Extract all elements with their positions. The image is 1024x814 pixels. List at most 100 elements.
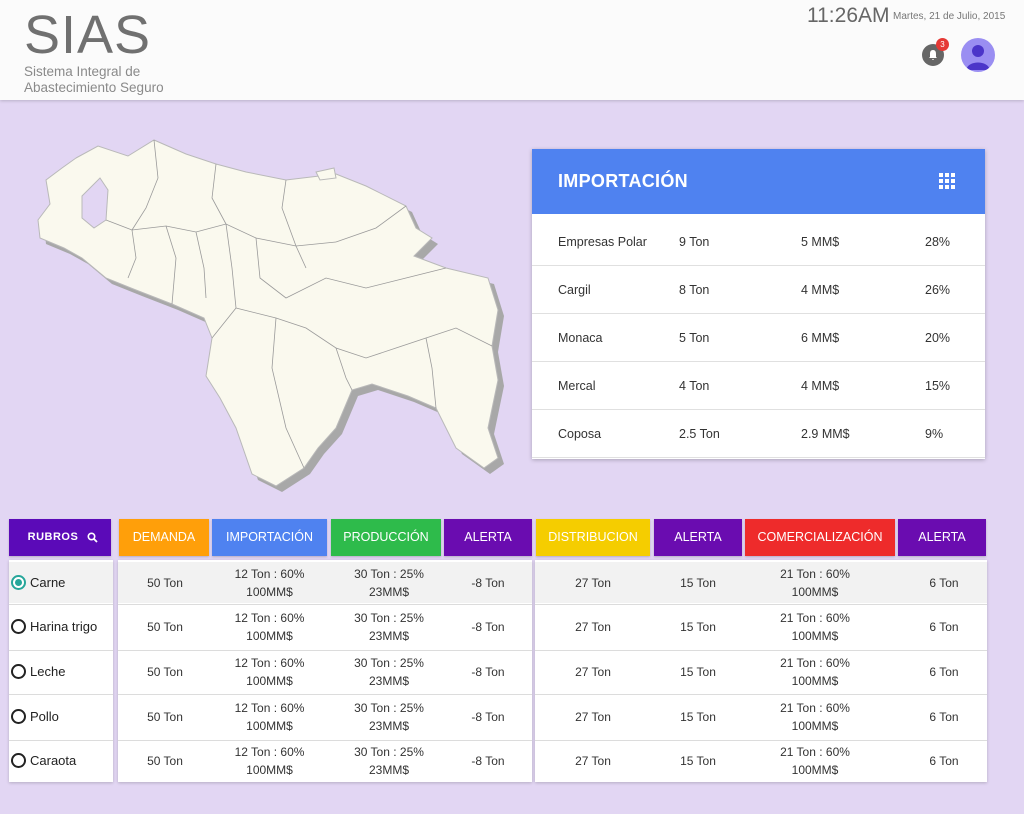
cell-importacion-line1: 12 Ton : 60% bbox=[234, 700, 305, 715]
cell-alerta-produccion: -8 Ton bbox=[471, 619, 505, 634]
rubros-search-button[interactable]: RUBROS bbox=[9, 519, 111, 556]
cell-alerta-distribucion: 15 Ton bbox=[680, 664, 716, 679]
importacion-tons: 9 Ton bbox=[679, 235, 710, 249]
cell-distribucion: 27 Ton bbox=[575, 575, 611, 590]
cell-produccion-line1: 30 Ton : 25% bbox=[354, 655, 424, 670]
cell-importacion: 12 Ton : 60% 100MM$ bbox=[212, 699, 327, 735]
importacion-amount: 6 MM$ bbox=[801, 331, 840, 345]
cell-alerta-produccion: -8 Ton bbox=[471, 709, 505, 724]
cell-comercializacion: 21 Ton : 60% 100MM$ bbox=[745, 654, 885, 690]
importacion-row[interactable]: Empresas Polar 9 Ton 5 MM$ 28% bbox=[532, 218, 985, 266]
row-divider bbox=[118, 604, 532, 605]
app-header: SIAS Sistema Integral de Abastecimiento … bbox=[0, 0, 1024, 100]
rubro-name[interactable]: Caraota bbox=[30, 753, 76, 768]
cell-alerta-distribucion: 15 Ton bbox=[680, 619, 716, 634]
importacion-percent: 28% bbox=[925, 235, 951, 249]
importacion-amount: 2.9 MM$ bbox=[801, 427, 850, 441]
cell-importacion: 12 Ton : 60% 100MM$ bbox=[212, 609, 327, 645]
cell-alerta-comercializacion: 6 Ton bbox=[929, 619, 959, 634]
cell-demanda: 50 Ton bbox=[147, 709, 183, 724]
cell-importacion-line2: 100MM$ bbox=[246, 718, 293, 733]
importacion-tons: 5 Ton bbox=[679, 331, 710, 345]
rubro-name[interactable]: Pollo bbox=[30, 709, 59, 724]
cell-demanda: 50 Ton bbox=[147, 619, 183, 634]
header-comercializacion[interactable]: COMERCIALIZACIÓN bbox=[745, 519, 895, 556]
importacion-row[interactable]: Monaca 5 Ton 6 MM$ 20% bbox=[532, 314, 985, 362]
importacion-company: Coposa bbox=[558, 427, 602, 441]
cell-produccion: 30 Ton : 25% 23MM$ bbox=[331, 565, 447, 601]
row-divider bbox=[118, 694, 532, 695]
cell-importacion: 12 Ton : 60% 100MM$ bbox=[212, 565, 327, 601]
cell-alerta-comercializacion: 6 Ton bbox=[929, 575, 959, 590]
header-alerta-distribucion[interactable]: ALERTA bbox=[654, 519, 742, 556]
rubro-name[interactable]: Carne bbox=[30, 575, 65, 590]
cell-importacion-line2: 100MM$ bbox=[246, 628, 293, 643]
rubro-name[interactable]: Leche bbox=[30, 664, 65, 679]
importacion-percent: 15% bbox=[925, 379, 951, 393]
row-divider bbox=[9, 694, 113, 695]
importacion-amount: 4 MM$ bbox=[801, 379, 840, 393]
importacion-title: IMPORTACIÓN bbox=[558, 171, 688, 191]
header-alerta-comercializacion[interactable]: ALERTA bbox=[898, 519, 986, 556]
rubro-radio[interactable] bbox=[11, 708, 26, 724]
cell-comercializacion-line1: 21 Ton : 60% bbox=[780, 566, 850, 581]
header-alerta-produccion[interactable]: ALERTA bbox=[444, 519, 532, 556]
header-demanda[interactable]: DEMANDA bbox=[119, 519, 209, 556]
cell-comercializacion-line1: 21 Ton : 60% bbox=[780, 610, 850, 625]
row-divider bbox=[535, 604, 987, 605]
rubro-name[interactable]: Harina trigo bbox=[30, 619, 97, 634]
row-divider bbox=[9, 650, 113, 651]
cell-distribucion: 27 Ton bbox=[575, 753, 611, 768]
importacion-percent: 26% bbox=[925, 283, 951, 297]
app-subtitle: Sistema Integral de Abastecimiento Segur… bbox=[24, 64, 164, 95]
importacion-amount: 4 MM$ bbox=[801, 283, 840, 297]
cell-distribucion: 27 Ton bbox=[575, 709, 611, 724]
importacion-row[interactable]: Mercal 4 Ton 4 MM$ 15% bbox=[532, 362, 985, 410]
cell-importacion-line2: 100MM$ bbox=[246, 673, 293, 688]
importacion-tons: 4 Ton bbox=[679, 379, 710, 393]
importacion-row[interactable]: Cargil 8 Ton 4 MM$ 26% bbox=[532, 266, 985, 314]
cell-importacion-line2: 100MM$ bbox=[246, 762, 293, 777]
cell-importacion-line1: 12 Ton : 60% bbox=[234, 610, 305, 625]
grid-apps-icon[interactable] bbox=[939, 173, 956, 190]
importacion-tons: 8 Ton bbox=[679, 283, 710, 297]
rubro-radio[interactable] bbox=[11, 752, 26, 768]
cell-distribucion: 27 Ton bbox=[575, 619, 611, 634]
cell-demanda: 50 Ton bbox=[147, 575, 183, 590]
cell-distribucion: 27 Ton bbox=[575, 664, 611, 679]
cell-comercializacion: 21 Ton : 60% 100MM$ bbox=[745, 699, 885, 735]
cell-produccion: 30 Ton : 25% 23MM$ bbox=[331, 699, 447, 735]
cell-importacion-line2: 100MM$ bbox=[246, 584, 293, 599]
cell-demanda: 50 Ton bbox=[147, 664, 183, 679]
importacion-company: Empresas Polar bbox=[558, 235, 647, 249]
importacion-header: IMPORTACIÓN bbox=[532, 149, 985, 214]
importacion-tons: 2.5 Ton bbox=[679, 427, 720, 441]
cell-produccion-line1: 30 Ton : 25% bbox=[354, 566, 424, 581]
cell-alerta-comercializacion: 6 Ton bbox=[929, 709, 959, 724]
clock-time: 11:26AM bbox=[807, 4, 890, 27]
cell-comercializacion-line2: 100MM$ bbox=[791, 628, 839, 643]
header-distribucion[interactable]: DISTRIBUCION bbox=[536, 519, 650, 556]
venezuela-map[interactable] bbox=[36, 128, 516, 503]
user-avatar-icon[interactable] bbox=[961, 38, 995, 72]
row-divider bbox=[535, 694, 987, 695]
cell-produccion-line2: 23MM$ bbox=[368, 628, 409, 643]
cell-alerta-distribucion: 15 Ton bbox=[680, 753, 716, 768]
header-produccion[interactable]: PRODUCCIÓN bbox=[331, 519, 441, 556]
importacion-row[interactable]: Coposa 2.5 Ton 2.9 MM$ 9% bbox=[532, 410, 985, 458]
cell-produccion-line2: 23MM$ bbox=[368, 718, 409, 733]
row-divider bbox=[118, 650, 532, 651]
cell-alerta-produccion: -8 Ton bbox=[471, 753, 505, 768]
cell-demanda: 50 Ton bbox=[147, 753, 183, 768]
importacion-company: Mercal bbox=[558, 379, 596, 393]
cell-comercializacion: 21 Ton : 60% 100MM$ bbox=[745, 743, 885, 779]
rubro-radio[interactable] bbox=[11, 618, 26, 634]
rubro-radio[interactable] bbox=[11, 663, 26, 679]
header-importacion[interactable]: IMPORTACIÓN bbox=[212, 519, 327, 556]
cell-produccion: 30 Ton : 25% 23MM$ bbox=[331, 743, 447, 779]
cell-produccion-line1: 30 Ton : 25% bbox=[354, 744, 424, 759]
rubro-radio[interactable] bbox=[11, 574, 26, 590]
cell-alerta-comercializacion: 6 Ton bbox=[929, 664, 959, 679]
cell-importacion: 12 Ton : 60% 100MM$ bbox=[212, 654, 327, 690]
cell-produccion: 30 Ton : 25% 23MM$ bbox=[331, 609, 447, 645]
